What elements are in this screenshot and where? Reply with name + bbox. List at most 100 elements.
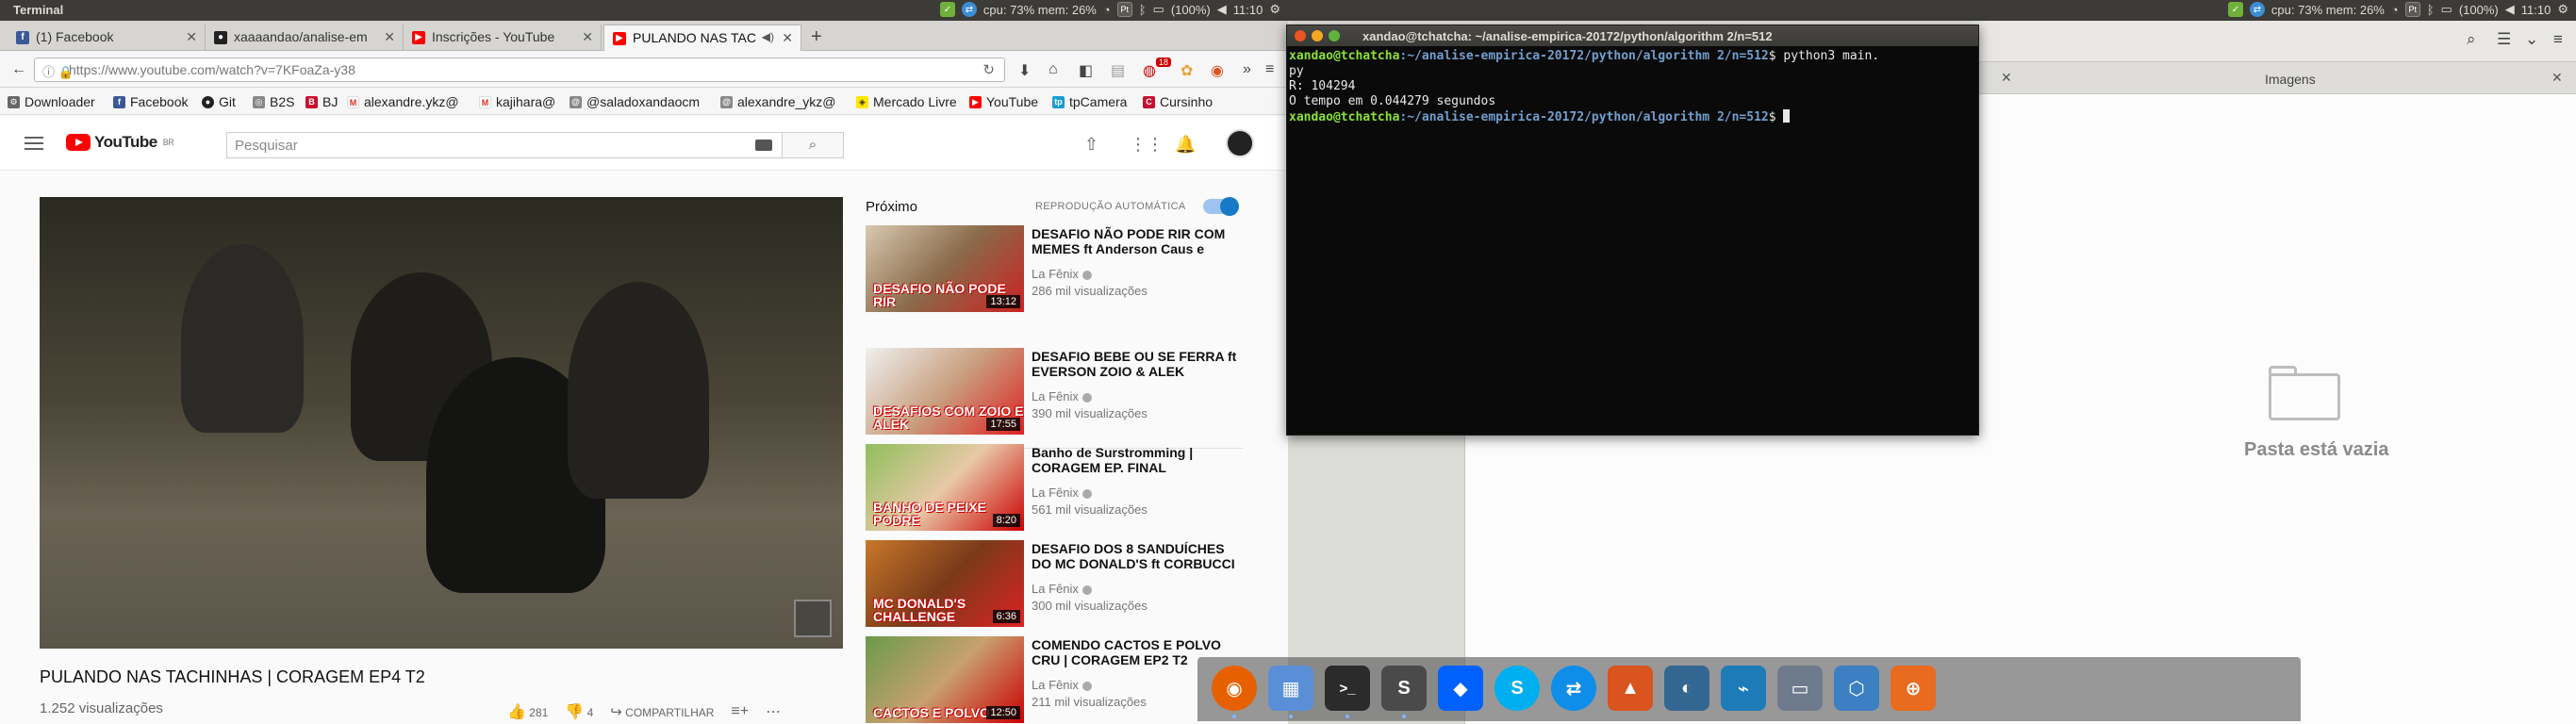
keyboard-layout-indicator[interactable]: Pt [2404, 2, 2420, 17]
screenshot-icon[interactable]: ▤ [1111, 61, 1125, 80]
bookmark-cursinho[interactable]: C Cursinho [1143, 94, 1213, 109]
recommendation-channel[interactable]: La Fênix [1032, 485, 1092, 500]
volume-icon[interactable]: ◀ [1217, 2, 1227, 17]
terminal-icon[interactable]: >_ [1325, 666, 1370, 711]
tab-facebook[interactable]: f (1) Facebook ✕ [8, 25, 206, 51]
keyboard-layout-indicator[interactable]: Pt [1116, 2, 1132, 17]
lock-icon[interactable]: ⓘ 🔒 [42, 62, 74, 80]
keyboard-icon[interactable] [755, 140, 772, 151]
like-button[interactable]: 👍 281 [507, 702, 548, 721]
share-button[interactable]: ↪ COMPARTILHAR [610, 703, 714, 720]
terminal-window[interactable]: xandao@tchatcha: ~/analise-empirica-2017… [1286, 25, 1979, 436]
clock[interactable]: 11:10 [1233, 3, 1263, 17]
close-tab-icon[interactable]: ✕ [782, 30, 793, 46]
recommendation-thumbnail[interactable]: DESAFIO NÃO PODE RIR 13:12 [866, 225, 1024, 312]
close-window-button[interactable] [1295, 30, 1306, 41]
bookmark-mercado-livre[interactable]: ◈ Mercado Livre [856, 94, 957, 109]
mysql-workbench-icon[interactable]: ⌁ [1721, 666, 1766, 711]
battery-icon[interactable]: ▭ [1153, 2, 1164, 17]
back-icon[interactable]: ← [11, 61, 26, 78]
tab-imagens[interactable]: Imagens [2265, 72, 2316, 87]
audio-playing-icon[interactable]: ◀) [762, 30, 774, 43]
bookmark-git[interactable]: ● Git [202, 94, 236, 109]
pocket-icon[interactable]: ◧ [1079, 61, 1093, 80]
skype-icon[interactable]: S [1494, 666, 1540, 711]
menu-icon[interactable]: ≡ [1265, 61, 1274, 78]
close-tab-icon[interactable]: ✕ [384, 29, 395, 45]
virtualbox-icon[interactable]: ⬡ [1834, 666, 1879, 711]
terminal-output[interactable]: xandao@tchatcha:~/analise-empirica-20172… [1287, 46, 1978, 128]
recommendation-item[interactable]: DESAFIO NÃO PODE RIR 13:12 DESAFIO NÃO PO… [866, 225, 1243, 312]
recommendation-channel[interactable]: La Fênix [1032, 389, 1092, 403]
remote-desktop-icon[interactable]: ▭ [1777, 666, 1823, 711]
bluetooth-icon[interactable]: ᛒ [2427, 3, 2435, 17]
recommendation-title[interactable]: DESAFIO BEBE OU SE FERRA ft EVERSON ZOIO… [1032, 349, 1239, 379]
bookmark-gmail-alexandre[interactable]: Malexandre.ykz@ [347, 94, 459, 109]
account-avatar[interactable] [1226, 129, 1254, 157]
update-icon[interactable]: ✓ [939, 2, 955, 17]
extension-icon[interactable]: ✿ [1181, 61, 1193, 80]
maximize-window-button[interactable] [1329, 30, 1340, 41]
recommendation-channel[interactable]: La Fênix [1032, 678, 1092, 692]
update-icon[interactable]: ✓ [2227, 2, 2243, 17]
files-icon[interactable]: ▦ [1268, 666, 1313, 711]
tab-github[interactable]: ● xaaaandao/analise-em ✕ [206, 25, 404, 51]
bookmark-tpcamera[interactable]: tp tpCamera [1052, 94, 1127, 109]
matlab-icon[interactable]: ▲ [1608, 666, 1653, 711]
bookmark-bj[interactable]: B BJ [305, 94, 338, 109]
home-icon[interactable]: ⌂ [1049, 61, 1058, 78]
guide-menu-icon[interactable] [25, 137, 43, 150]
recommendation-thumbnail[interactable]: CACTOS E POLVO 12:50 [866, 636, 1024, 723]
close-tab-icon[interactable]: ✕ [2001, 70, 2012, 86]
close-tab-icon[interactable]: ✕ [2551, 70, 2563, 86]
close-tab-icon[interactable]: ✕ [186, 29, 197, 45]
clock[interactable]: 11:10 [2521, 3, 2551, 17]
settings-gear-icon[interactable]: ⚙ [2557, 2, 2568, 17]
search-button[interactable]: ⌕ [783, 132, 844, 158]
download-icon[interactable]: ⬇ [1018, 61, 1031, 80]
tab-youtube-subscriptions[interactable]: ▶ Inscrições - YouTube ✕ [404, 25, 602, 51]
video-player[interactable] [40, 197, 843, 649]
bookmark-facebook[interactable]: f Facebook [113, 94, 188, 109]
dislike-button[interactable]: 👎 4 [565, 702, 593, 721]
search-input[interactable]: Pesquisar [226, 132, 783, 158]
volume-icon[interactable]: ◀ [2505, 2, 2515, 17]
battery-percentage[interactable]: (100%) [2459, 3, 2499, 17]
bookmark-saladoxandaocm[interactable]: @ @saladoxandaocm [570, 94, 700, 109]
recommendation-title[interactable]: DESAFIO DOS 8 SANDUÍCHES DO MC DONALD'S … [1032, 541, 1239, 571]
view-list-icon[interactable]: ☰ [2497, 30, 2511, 49]
recommendation-title[interactable]: DESAFIO NÃO PODE RIR COM MEMES ft Anders… [1032, 226, 1239, 256]
bookmark-gmail-kajihara[interactable]: Mkajihara@ [479, 94, 555, 109]
terminal-titlebar[interactable]: xandao@tchatcha: ~/analise-empirica-2017… [1287, 25, 1978, 46]
search-icon[interactable]: ⌕ [2467, 30, 2476, 49]
battery-icon[interactable]: ▭ [2441, 2, 2452, 17]
wifi-icon[interactable]: ◔ [2391, 3, 2399, 17]
bookmark-youtube[interactable]: ▶ YouTube [969, 94, 1038, 109]
youtube-logo[interactable]: YouTube BR [66, 133, 174, 152]
recommendation-channel[interactable]: La Fênix [1032, 267, 1092, 281]
teamviewer-tray-icon[interactable]: ⇄ [2249, 2, 2265, 17]
bluetooth-icon[interactable]: ᛒ [1139, 3, 1147, 17]
recommendation-channel[interactable]: La Fênix [1032, 582, 1092, 596]
extension-2-icon[interactable]: ◉ [1211, 61, 1224, 80]
overflow-icon[interactable]: » [1243, 61, 1251, 78]
minimize-window-button[interactable] [1312, 30, 1323, 41]
dropbox-icon[interactable]: ◆ [1438, 666, 1483, 711]
cpu-mem-indicator[interactable]: cpu: 73% mem: 26% [983, 3, 1097, 17]
teamviewer-icon[interactable]: ⇄ [1551, 666, 1596, 711]
battery-percentage[interactable]: (100%) [1171, 3, 1211, 17]
firefox-icon[interactable]: ◉ [1212, 666, 1257, 711]
recommendation-item[interactable]: BANHO DE PEIXE PODRE 8:20 Banho de Surstr… [866, 444, 1243, 531]
recommendation-item[interactable]: DESAFIOS COM ZOIO E ALEK 17:55 DESAFIO BE… [866, 348, 1243, 435]
recommendation-thumbnail[interactable]: DESAFIOS COM ZOIO E ALEK 17:55 [866, 348, 1024, 435]
menu-icon[interactable]: ≡ [2553, 30, 2563, 49]
recommendation-item[interactable]: CACTOS E POLVO 12:50 COMENDO CACTOS E POL… [866, 636, 1243, 723]
url-bar[interactable]: ⓘ 🔒 https://www.youtube.com/watch?v=7KFo… [34, 58, 1005, 82]
sublime-text-icon[interactable]: S [1381, 666, 1427, 711]
new-tab-button[interactable]: + [811, 26, 822, 48]
reload-icon[interactable]: ↻ [983, 61, 995, 78]
addon-icon[interactable]: ◍ [1143, 61, 1156, 80]
teamviewer-tray-icon[interactable]: ⇄ [961, 2, 977, 17]
bookmark-downloader[interactable]: ⚙ Downloader [8, 94, 95, 109]
wifi-icon[interactable]: ◔ [1103, 3, 1111, 17]
